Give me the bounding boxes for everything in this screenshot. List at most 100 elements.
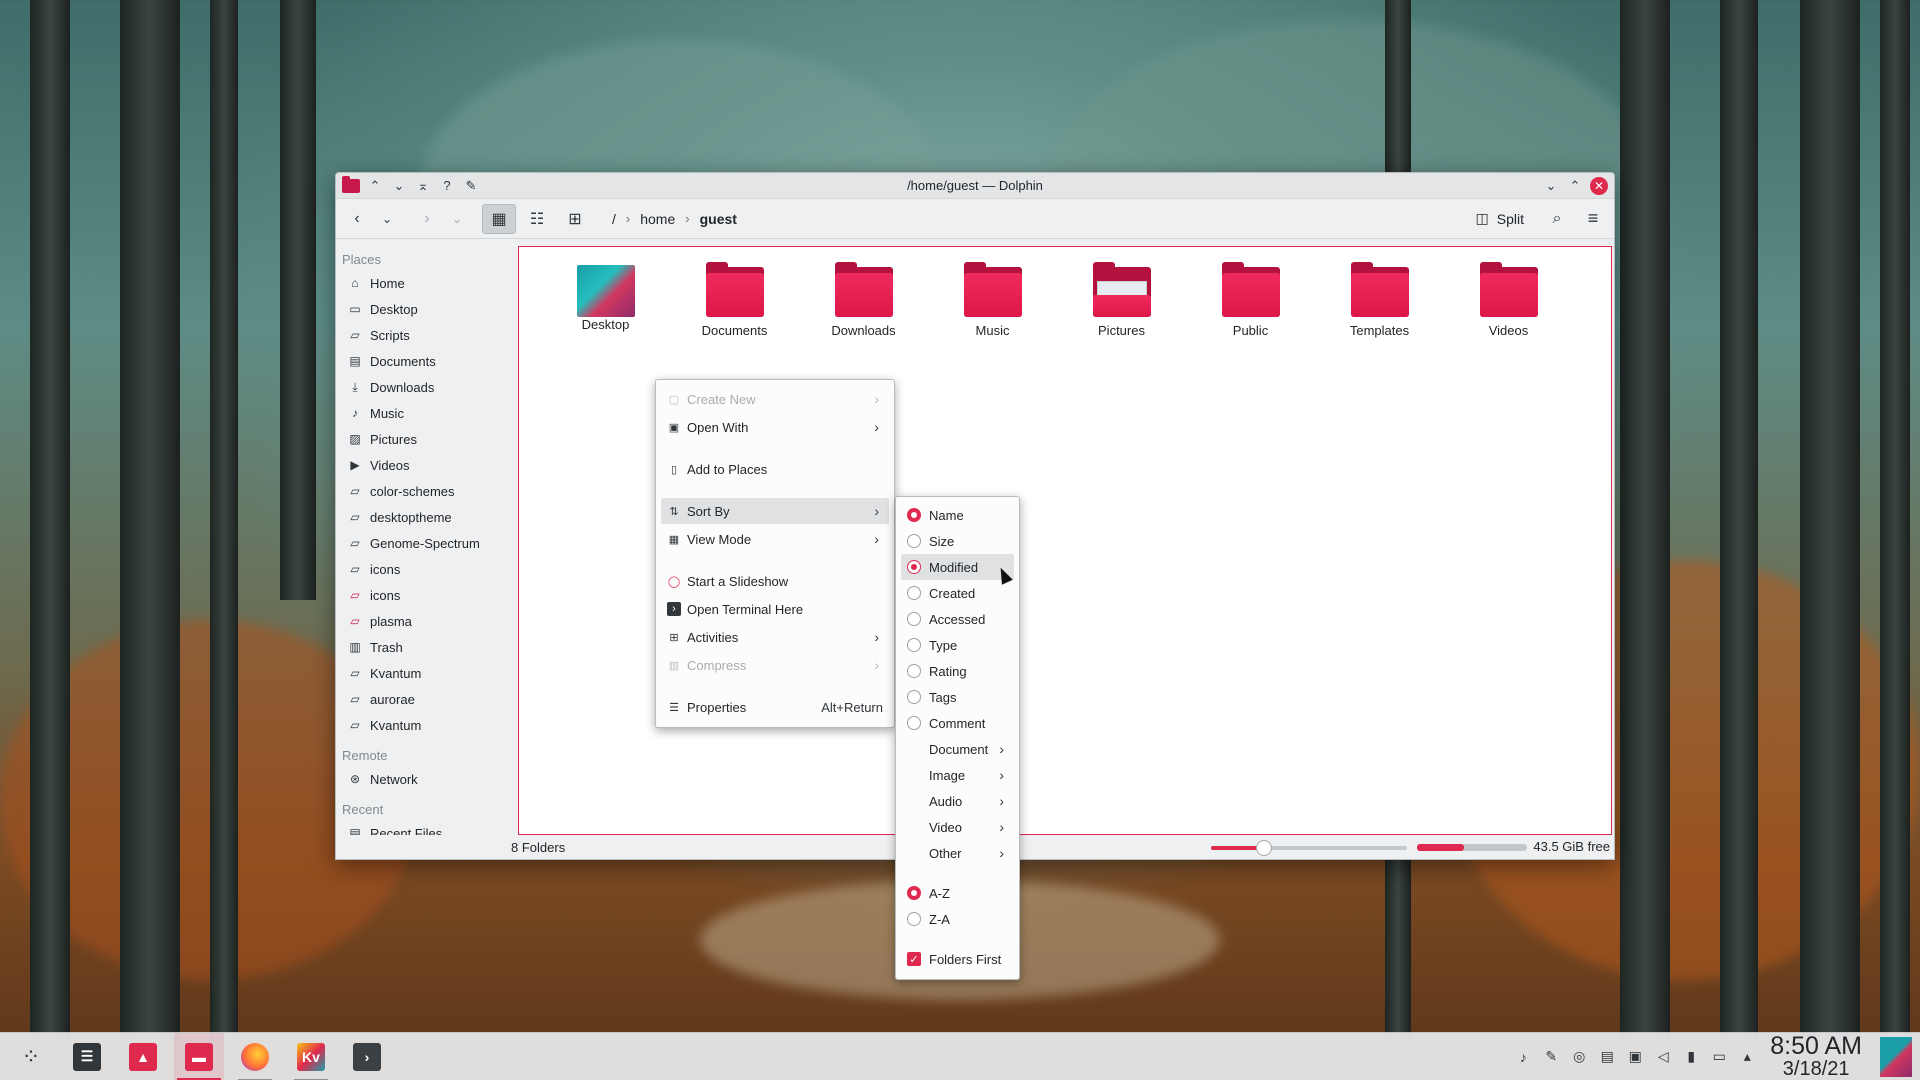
task-konsole[interactable]: › xyxy=(342,1033,392,1080)
folder-item-downloads[interactable]: Downloads xyxy=(799,261,928,338)
sidebar-item-music[interactable]: ♪ Music xyxy=(336,400,508,426)
sort-document[interactable]: Document › xyxy=(901,736,1014,762)
folder-item-music[interactable]: Music xyxy=(928,261,1057,338)
sort-size[interactable]: Size xyxy=(901,528,1014,554)
sort-accessed[interactable]: Accessed xyxy=(901,606,1014,632)
maximize-button[interactable]: ⌃ xyxy=(1566,177,1584,195)
menu-add-to-places[interactable]: ▯ Add to Places xyxy=(661,456,889,482)
help-icon[interactable]: ? xyxy=(438,177,456,195)
zoom-slider-handle[interactable] xyxy=(1255,840,1272,856)
expand-tray-icon[interactable]: ▴ xyxy=(1738,1048,1756,1065)
sidebar-item-icons[interactable]: ▱ icons xyxy=(336,556,508,582)
sidebar-item-icons[interactable]: ▱ icons xyxy=(336,582,508,608)
menu-activities[interactable]: ⊞ Activities › xyxy=(661,624,889,650)
sort-folders-first[interactable]: ✓ Folders First xyxy=(901,946,1014,972)
menu-view-mode[interactable]: ▦ View Mode › xyxy=(661,526,889,552)
menu-open-terminal[interactable]: › Open Terminal Here xyxy=(661,596,889,622)
back-history-icon[interactable]: ⌄ xyxy=(374,204,400,234)
menu-properties[interactable]: ☰ Properties Alt+Return xyxy=(661,694,889,720)
dolphin-app-icon[interactable] xyxy=(342,175,360,195)
breadcrumb-root[interactable]: / xyxy=(612,211,616,227)
sidebar-item-desktop[interactable]: ▭ Desktop xyxy=(336,296,508,322)
sort-name[interactable]: Name xyxy=(901,502,1014,528)
notifications-icon[interactable]: ♪ xyxy=(1514,1049,1532,1065)
place-recent-files[interactable]: ▤ Recent Files xyxy=(336,820,508,836)
menu-start-slideshow[interactable]: ◯ Start a Slideshow xyxy=(661,568,889,594)
sort-video[interactable]: Video › xyxy=(901,814,1014,840)
sort-tags[interactable]: Tags xyxy=(901,684,1014,710)
hamburger-menu-button[interactable]: ≡ xyxy=(1580,204,1606,234)
sidebar-item-aurorae[interactable]: ▱ aurorae xyxy=(336,686,508,712)
task-firefox[interactable] xyxy=(230,1033,280,1080)
pin-icon[interactable]: ✎ xyxy=(462,177,480,195)
sidebar-item-scripts[interactable]: ▱ Scripts xyxy=(336,322,508,348)
sort-type[interactable]: Type xyxy=(901,632,1014,658)
search-button[interactable]: ⌕ xyxy=(1544,204,1570,234)
digital-clock[interactable]: 8:50 AM 3/18/21 xyxy=(1770,1034,1862,1080)
clipboard-icon[interactable]: ▤ xyxy=(1598,1048,1616,1065)
folder-item-templates[interactable]: Templates xyxy=(1315,261,1444,338)
task-discover[interactable]: ▲ xyxy=(118,1033,168,1080)
show-desktop-button[interactable] xyxy=(1880,1036,1912,1077)
sidebar-item-genome-spectrum[interactable]: ▱ Genome-Spectrum xyxy=(336,530,508,556)
sort-created[interactable]: Created xyxy=(901,580,1014,606)
menu-open-with[interactable]: ▣ Open With › xyxy=(661,414,889,440)
close-button[interactable]: ✕ xyxy=(1590,176,1608,195)
disks-icon[interactable]: ▣ xyxy=(1626,1048,1644,1065)
folder-item-public[interactable]: Public xyxy=(1186,261,1315,338)
sort-comment[interactable]: Comment xyxy=(901,710,1014,736)
sort-image[interactable]: Image › xyxy=(901,762,1014,788)
zoom-slider[interactable] xyxy=(1211,840,1407,856)
icons-view-button[interactable]: ▦ xyxy=(482,203,516,234)
sidebar-item-home[interactable]: ⌂ Home xyxy=(336,270,508,296)
sidebar-item-documents[interactable]: ▤ Documents xyxy=(336,348,508,374)
split-button[interactable]: ◫ Split xyxy=(1468,210,1532,227)
sort-ascending[interactable]: A-Z xyxy=(901,880,1014,906)
folder-item-videos[interactable]: Videos xyxy=(1444,261,1573,338)
sidebar-item-videos[interactable]: ▶ Videos xyxy=(336,452,508,478)
sidebar-item-kvantum[interactable]: ▱ Kvantum xyxy=(336,660,508,686)
sidebar-item-trash[interactable]: ▥ Trash xyxy=(336,634,508,660)
sidebar-item-desktoptheme[interactable]: ▱ desktoptheme xyxy=(336,504,508,530)
sort-audio[interactable]: Audio › xyxy=(901,788,1014,814)
menu-create-new[interactable]: ▢ Create New › xyxy=(661,386,889,412)
sidebar-item-color-schemes[interactable]: ▱ color-schemes xyxy=(336,478,508,504)
back-button[interactable]: ‹ xyxy=(344,204,370,234)
sidebar-item-plasma[interactable]: ▱ plasma xyxy=(336,608,508,634)
application-launcher[interactable]: ⁘ xyxy=(6,1033,56,1080)
keep-below-icon[interactable]: ⌄ xyxy=(390,177,408,195)
place-network[interactable]: ⊛ Network xyxy=(336,766,508,792)
sort-rating[interactable]: Rating xyxy=(901,658,1014,684)
titlebar[interactable]: ⌃ ⌄ ⌅ ? ✎ /home/guest — Dolphin ⌄ ⌃ ✕ xyxy=(336,173,1614,199)
folder-item-desktop[interactable]: Desktop xyxy=(541,261,670,338)
menu-compress[interactable]: ▥ Compress › xyxy=(661,652,889,678)
forward-history-icon[interactable]: ⌄ xyxy=(444,204,470,234)
folder-item-pictures[interactable]: Pictures xyxy=(1057,261,1186,338)
task-system-settings[interactable]: ☰ xyxy=(62,1033,112,1080)
battery-icon[interactable]: ▮ xyxy=(1682,1048,1700,1065)
folder-item-documents[interactable]: Documents xyxy=(670,261,799,338)
chevron-right-icon: › xyxy=(874,531,879,547)
sort-descending[interactable]: Z-A xyxy=(901,906,1014,932)
pen-icon[interactable]: ✎ xyxy=(1542,1048,1560,1065)
display-icon[interactable]: ▭ xyxy=(1710,1048,1728,1065)
compact-view-button[interactable]: ☷ xyxy=(520,204,554,234)
radio-icon xyxy=(907,638,921,652)
sidebar-item-pictures[interactable]: ▨ Pictures xyxy=(336,426,508,452)
shade-icon[interactable]: ⌅ xyxy=(414,177,432,195)
breadcrumb-guest[interactable]: guest xyxy=(700,211,737,227)
task-kvantum[interactable]: Kv xyxy=(286,1033,336,1080)
details-view-button[interactable]: ⊞ xyxy=(558,204,592,234)
forward-button[interactable]: › xyxy=(414,204,440,234)
sort-other[interactable]: Other › xyxy=(901,840,1014,866)
task-dolphin[interactable]: ▬ xyxy=(174,1032,224,1080)
volume-icon[interactable]: ◁ xyxy=(1654,1048,1672,1065)
keep-above-icon[interactable]: ⌃ xyxy=(366,177,384,195)
folder-label: Videos xyxy=(1488,323,1529,338)
sidebar-item-downloads[interactable]: ⤓ Downloads xyxy=(336,374,508,400)
sidebar-item-kvantum[interactable]: ▱ Kvantum xyxy=(336,712,508,738)
updates-icon[interactable]: ◎ xyxy=(1570,1048,1588,1065)
menu-sort-by[interactable]: ⇅ Sort By › xyxy=(661,498,889,524)
minimize-button[interactable]: ⌄ xyxy=(1542,177,1560,195)
breadcrumb-home[interactable]: home xyxy=(640,211,675,227)
